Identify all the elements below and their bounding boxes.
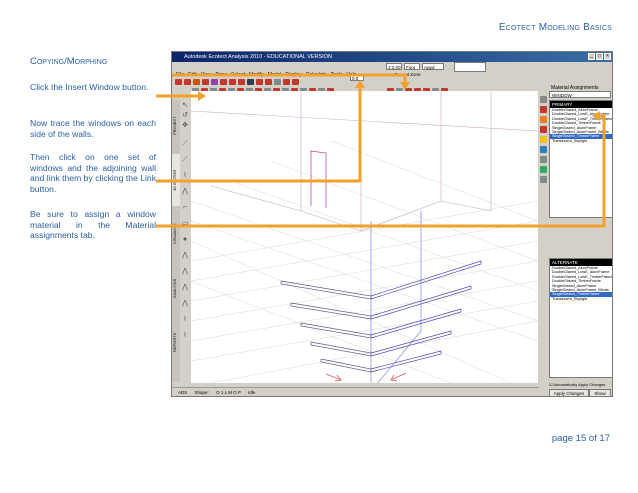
menu-bar: File Edit View Draw Select Modify Model Display…: [172, 62, 382, 78]
status-snap: O 1 L M O P: [216, 390, 241, 395]
page-number: page 15 of 17: [551, 433, 610, 444]
list-item[interactable]: Translucent_Skylight: [550, 139, 612, 143]
close-icon[interactable]: ×: [604, 53, 611, 60]
zigzag-icon[interactable]: ⋀: [181, 300, 189, 308]
material-assignments-panel: Material Assignments WINDOW PRIMARY Doub…: [539, 82, 612, 396]
left-toolbox: ↖ ↺ ✥ ⟋ ⟋ ⌇ ⋀ ⌐ ▭ ● ⋀ ⋀ ⋀ ⋀ ⌇ ⌇: [180, 100, 190, 382]
curve-icon[interactable]: ⌇: [181, 172, 189, 180]
minimize-icon[interactable]: _: [588, 53, 595, 60]
climate-info-box: [454, 62, 486, 72]
section-title: Copying/Morphing: [30, 56, 108, 67]
tab-visualise[interactable]: VISUALISE: [172, 208, 180, 260]
report-tab-icon[interactable]: [540, 176, 547, 183]
vertical-tabs: PROJECT 3D EDITOR VISUALISE ANALYSIS REP…: [172, 100, 180, 382]
sun-tab-icon[interactable]: [540, 136, 547, 143]
curve-icon[interactable]: ⌇: [181, 316, 189, 324]
lighting-tab-icon[interactable]: [540, 146, 547, 153]
tab-3d-editor[interactable]: 3D EDITOR: [172, 154, 180, 206]
show-button[interactable]: Show: [589, 389, 611, 396]
zone-tab-icon[interactable]: [540, 106, 547, 113]
zigzag-icon[interactable]: ⋀: [181, 268, 189, 276]
status-idle: Idle: [248, 390, 256, 395]
curve-icon[interactable]: ⌇: [181, 332, 189, 340]
right-toolbar: [386, 82, 536, 94]
instruction-paragraph: Be sure to assign a window material in t…: [30, 209, 156, 241]
open-icon[interactable]: [184, 79, 191, 85]
ground-grid: [190, 140, 539, 384]
wall-icon[interactable]: ⟋: [181, 140, 189, 148]
select-tab-icon[interactable]: [540, 96, 547, 103]
auto-apply-checkbox[interactable]: ☑ Automatically Apply Changes: [549, 382, 605, 387]
ecotect-screenshot: Autodesk Ecotect Analysis 2010 - EDUCATI…: [171, 51, 613, 397]
viewport-canvas: [190, 91, 539, 392]
zigzag-icon[interactable]: ⋀: [181, 252, 189, 260]
list-item[interactable]: Translucent_Skylight: [550, 297, 612, 301]
acoustic-tab-icon[interactable]: [540, 156, 547, 163]
pan-view-icon[interactable]: ✥: [181, 122, 189, 130]
window-strips: [370, 211, 422, 392]
alternate-material-list[interactable]: ALTERNATE DoubleGlazed_AlumFrame DoubleG…: [549, 258, 612, 378]
main-toolbar: 0.0: [174, 73, 384, 85]
status-shape: Shape:: [194, 390, 209, 395]
primary-header: PRIMARY: [550, 101, 612, 108]
new-icon[interactable]: [175, 79, 182, 85]
building-wireframe: [190, 91, 539, 232]
instruction-paragraph: Now trace the windows on each side of th…: [30, 118, 156, 139]
current-zone-label: Current Zone: [394, 72, 421, 77]
door-outline: [310, 150, 327, 208]
zone-size-field[interactable]: 3 2.00: [386, 63, 402, 70]
element-type-select[interactable]: WINDOW: [549, 91, 611, 98]
zigzag-icon[interactable]: ⋀: [181, 188, 189, 196]
tab-analysis[interactable]: ANALYSIS: [172, 262, 180, 314]
draw-toolbar: [191, 82, 391, 94]
dot-icon[interactable]: ●: [181, 236, 189, 244]
header-title: Ecotect Modeling Basics: [498, 22, 612, 33]
view-mode-select[interactable]: Appd: [422, 63, 444, 70]
zoom-field[interactable]: 0.0: [350, 74, 364, 81]
apply-changes-button[interactable]: Apply Changes: [549, 389, 589, 396]
panel-tab-icons: [539, 94, 548, 186]
cursor-icon[interactable]: ↖: [181, 102, 189, 110]
tab-project[interactable]: PROJECT: [172, 100, 180, 152]
status-left: ADS: [178, 390, 188, 395]
tab-reports[interactable]: REPORTS: [172, 316, 180, 368]
rotate-view-icon[interactable]: ↺: [181, 112, 189, 120]
stair-icon[interactable]: ⌐: [181, 204, 189, 212]
primary-material-list[interactable]: PRIMARY DoubleGlazed_AlumFrame DoubleGla…: [549, 100, 612, 218]
instruction-paragraph: Then click on one set of windows and the…: [30, 152, 156, 194]
3d-viewport[interactable]: [190, 91, 539, 392]
window-set-left: [280, 280, 372, 373]
auto-apply-label: Automatically Apply Changes: [553, 382, 606, 387]
window-titlebar: Autodesk Ecotect Analysis 2010 - EDUCATI…: [172, 52, 612, 62]
window-title: Autodesk Ecotect Analysis 2010 - EDUCATI…: [184, 54, 332, 60]
maximize-icon[interactable]: □: [596, 53, 603, 60]
window-tool-icon[interactable]: ▭: [181, 220, 189, 228]
shading-tab-icon[interactable]: [540, 126, 547, 133]
wind-tab-icon[interactable]: [540, 166, 547, 173]
status-bar: ADS Shape: O 1 L M O P Idle: [172, 387, 539, 396]
zone-toolbar: 3 2.00 Foot Appd: [386, 62, 446, 71]
instruction-paragraph: Click the Insert Window button.: [30, 82, 149, 92]
zone-unit-select[interactable]: Foot: [404, 63, 420, 70]
zigzag-icon[interactable]: ⋀: [181, 284, 189, 292]
alternate-header: ALTERNATE: [550, 259, 612, 266]
line-icon[interactable]: ⟋: [181, 156, 189, 164]
material-tab-icon[interactable]: [540, 116, 547, 123]
window-set-right: [370, 260, 482, 373]
axis-markers: [325, 372, 407, 382]
